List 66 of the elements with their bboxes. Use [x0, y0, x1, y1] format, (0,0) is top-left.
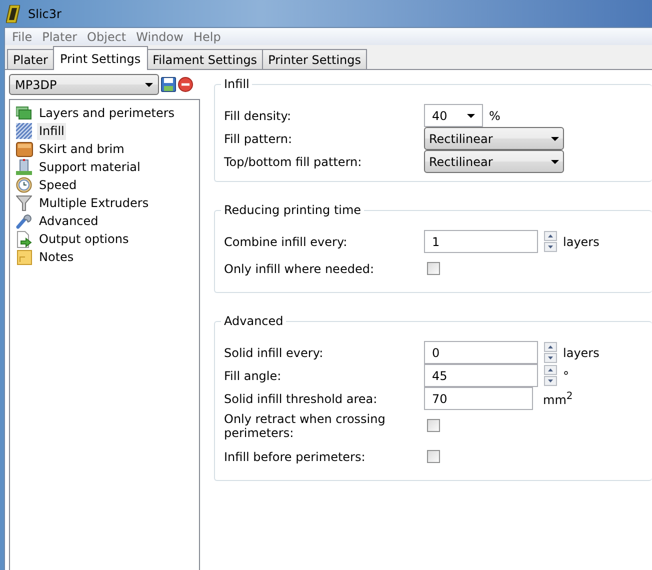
app-logo-icon — [6, 4, 20, 22]
wrench-icon — [16, 213, 32, 229]
menu-item[interactable]: Window — [131, 30, 188, 44]
tree-item[interactable]: Layers and perimeters — [37, 104, 177, 122]
field-label: Fill pattern: — [224, 132, 293, 146]
group-title: Reducing printing time — [221, 203, 364, 217]
spin-up-button[interactable] — [544, 231, 557, 241]
document-arrow-icon — [16, 230, 32, 248]
field-label: Only infill where needed: — [224, 262, 375, 276]
layers-icon — [16, 106, 32, 120]
unit-label: ° — [563, 368, 569, 382]
tree-item[interactable]: Advanced — [37, 212, 100, 230]
unit-label: % — [489, 108, 500, 122]
pattern-dropdown[interactable]: Rectilinear — [424, 127, 564, 150]
group-title: Advanced — [221, 314, 286, 328]
menu-item[interactable]: File — [7, 30, 38, 44]
checkbox[interactable] — [427, 419, 440, 432]
clock-icon — [16, 177, 32, 193]
density-combo[interactable]: 40 — [424, 104, 483, 127]
tree-item[interactable]: Speed — [37, 176, 79, 194]
building-icon — [16, 159, 32, 175]
tab[interactable]: Plater — [7, 49, 54, 69]
field-label: Solid infill threshold area: — [224, 392, 378, 406]
pattern-dropdown[interactable]: Rectilinear — [424, 150, 564, 173]
checkbox[interactable] — [427, 262, 440, 275]
number-field[interactable]: 45 — [424, 364, 538, 387]
box-icon — [16, 142, 32, 156]
spin-up-button[interactable] — [544, 365, 557, 375]
tree-item[interactable]: Notes — [37, 248, 76, 266]
tree-item[interactable]: Multiple Extruders — [37, 194, 151, 212]
tree-item[interactable]: Skirt and brim — [37, 140, 126, 158]
field-label: Infill before perimeters: — [224, 450, 366, 464]
tab[interactable]: Printer Settings — [262, 49, 368, 69]
hatch-icon — [16, 123, 32, 139]
number-field[interactable]: 70 — [424, 387, 533, 410]
window-title: Slic3r — [28, 6, 62, 20]
tree-item[interactable]: Support material — [37, 158, 142, 176]
number-field[interactable]: 0 — [424, 341, 538, 364]
number-field[interactable]: 1 — [424, 230, 538, 253]
field-label: Top/bottom fill pattern: — [224, 154, 363, 168]
tree-item[interactable]: Output options — [37, 230, 131, 248]
unit-label: layers — [563, 346, 600, 360]
spin-down-button[interactable] — [544, 376, 557, 386]
field-label: Combine infill every: — [224, 234, 348, 248]
spin-down-button[interactable] — [544, 353, 557, 363]
unit-label: layers — [563, 234, 600, 248]
spin-down-button[interactable] — [544, 242, 557, 252]
field-label: Solid infill every: — [224, 346, 324, 360]
field-label: Fill angle: — [224, 368, 282, 382]
note-icon — [16, 250, 32, 264]
menu-item[interactable]: Object — [82, 30, 132, 44]
spin-up-button[interactable] — [544, 342, 557, 352]
tree-item[interactable]: Infill — [37, 122, 66, 140]
field-label: Fill density: — [224, 108, 292, 122]
tab[interactable]: Print Settings — [52, 46, 148, 70]
checkbox[interactable] — [427, 450, 440, 463]
unit-label: mm$^{2}$ — [543, 390, 573, 406]
tab[interactable]: Filament Settings — [146, 49, 264, 69]
menu-item[interactable]: Plater — [37, 30, 82, 44]
save-icon[interactable] — [161, 77, 176, 92]
menu-item[interactable]: Help — [188, 30, 226, 44]
field-label: Only retract when crossing perimeters: — [224, 412, 386, 440]
group-title: Infill — [221, 77, 252, 91]
delete-icon[interactable] — [178, 77, 193, 92]
funnel-icon — [16, 195, 32, 211]
preset-dropdown[interactable]: MP3DP — [9, 74, 159, 95]
